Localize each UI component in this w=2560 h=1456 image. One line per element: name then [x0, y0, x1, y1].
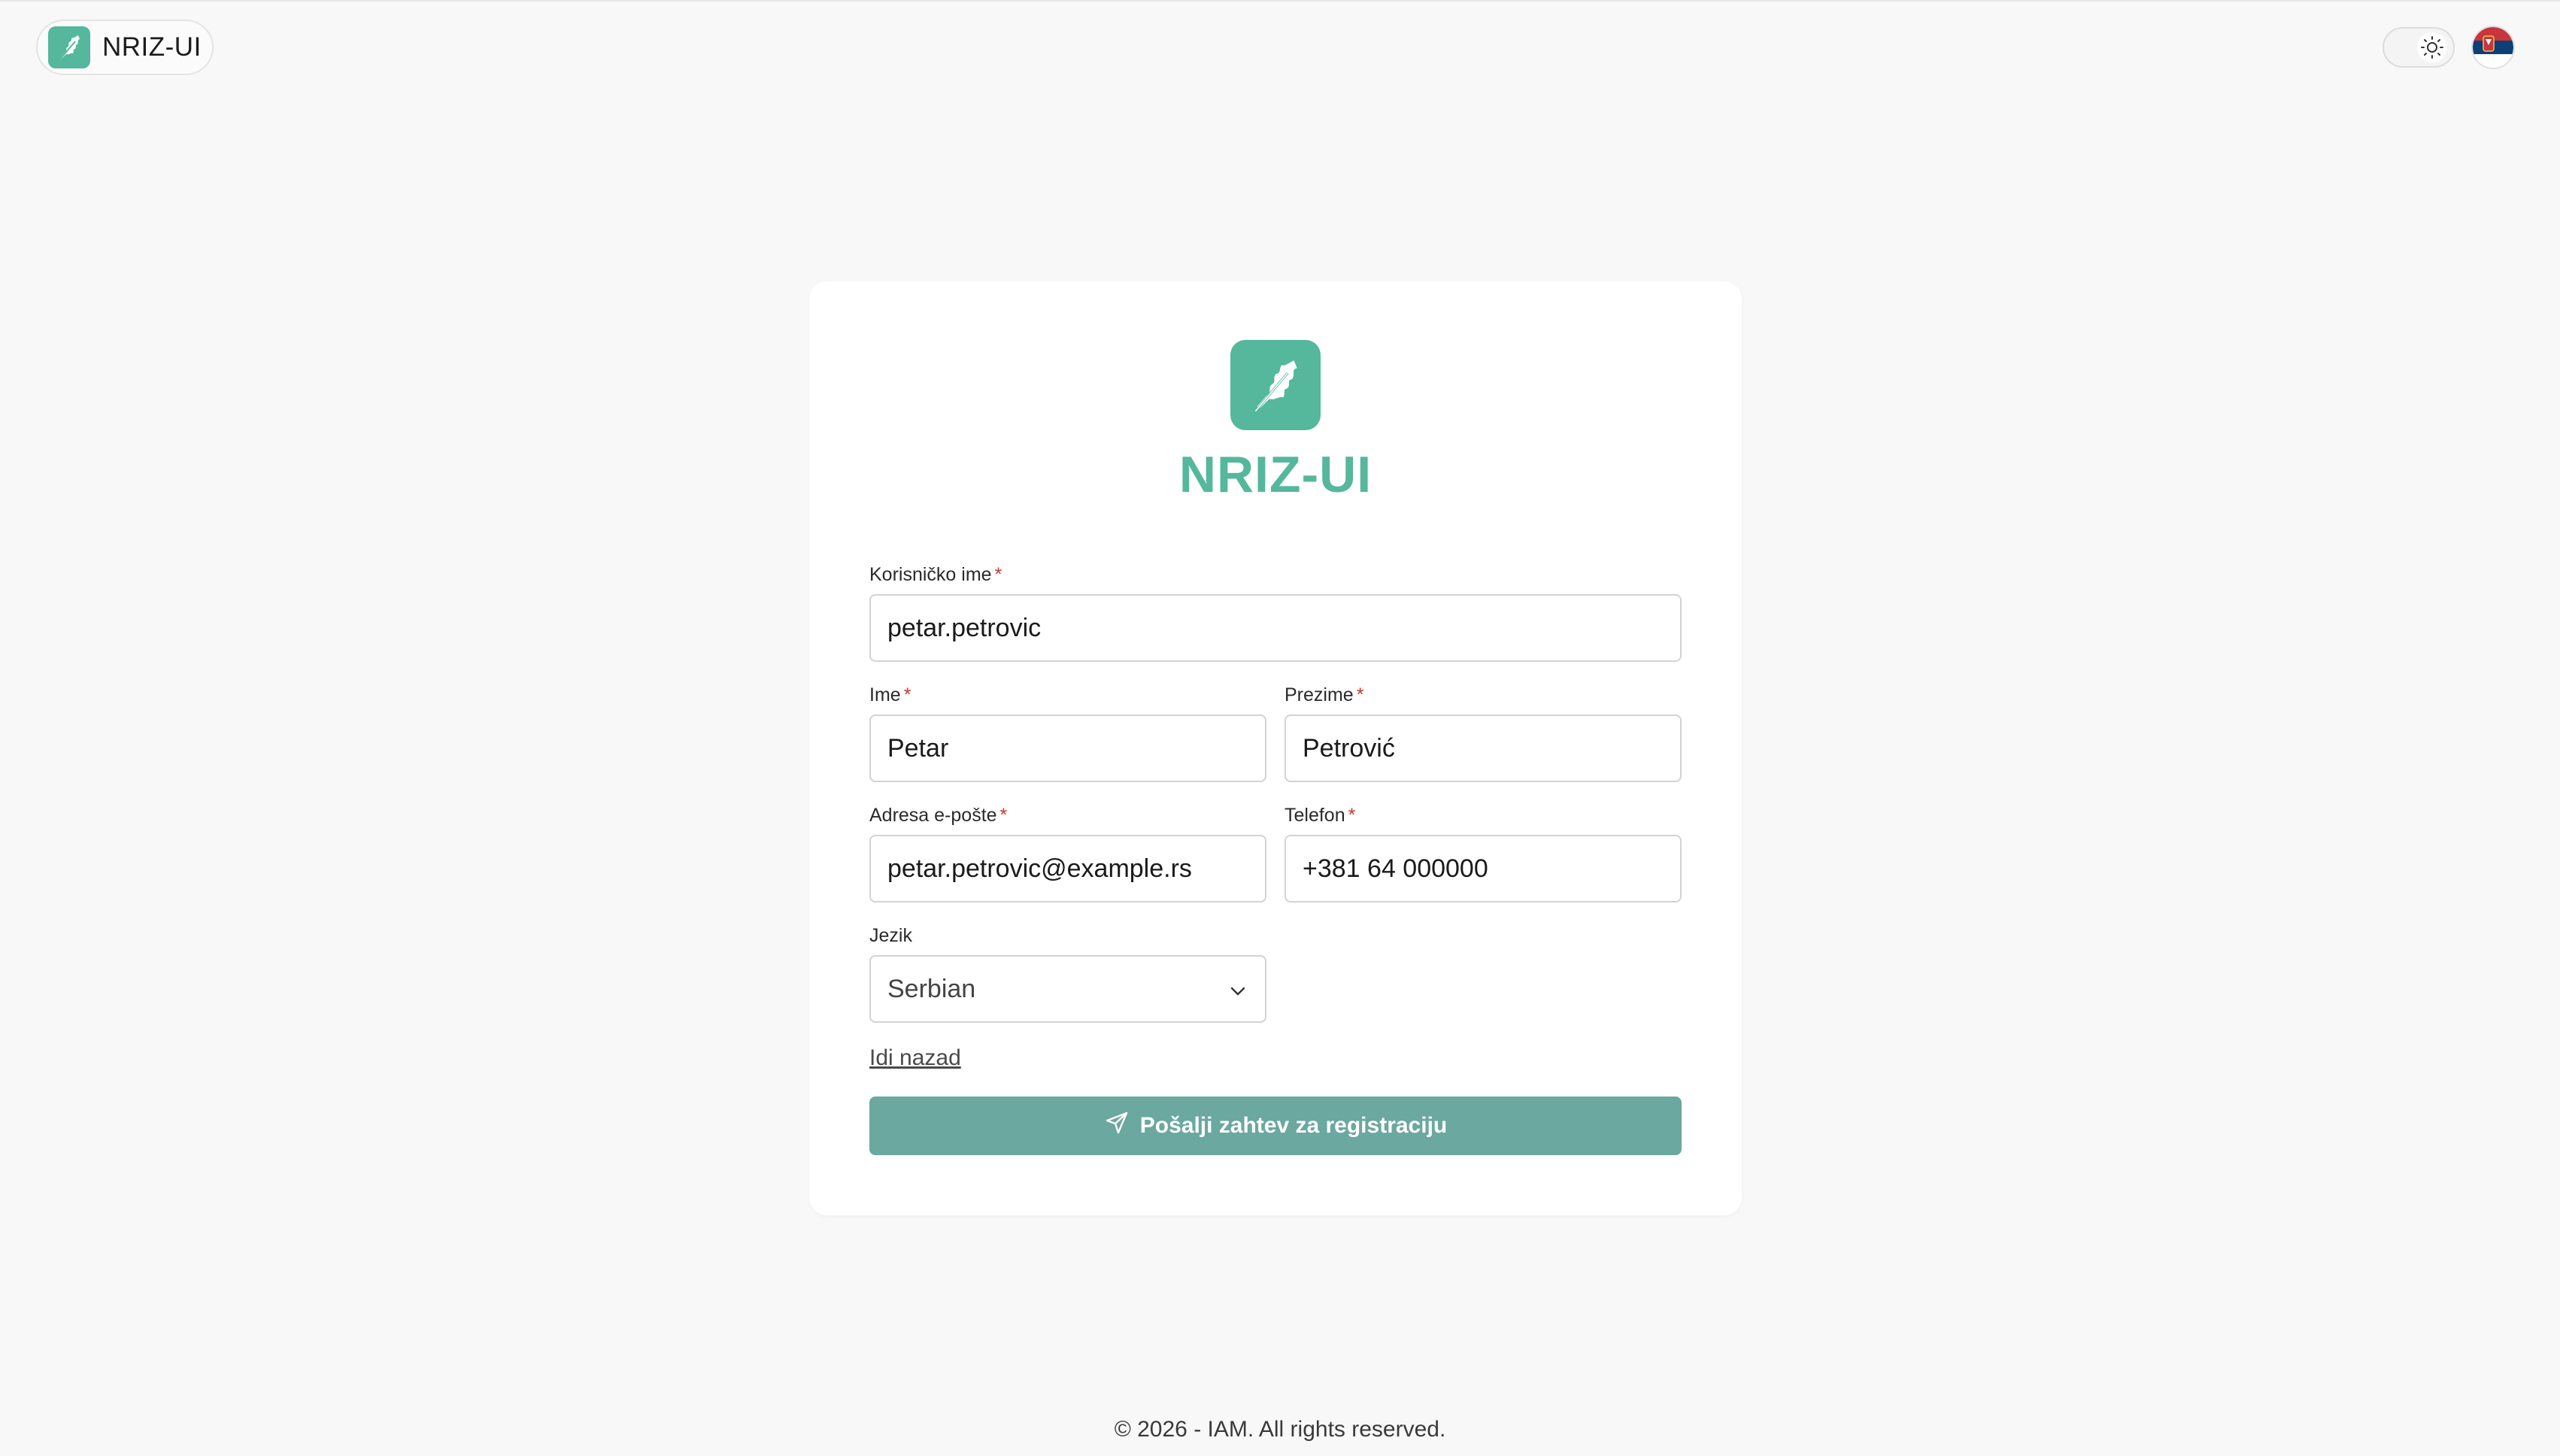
- language-select[interactable]: Serbian: [869, 955, 1266, 1023]
- phone-input[interactable]: [1285, 835, 1682, 902]
- header-brand[interactable]: NRIZ-UI: [36, 20, 214, 75]
- language-label: Jezik: [869, 925, 912, 946]
- footer-copyright: © 2026 - IAM. All rights reserved.: [1114, 1417, 1446, 1442]
- username-input[interactable]: [869, 594, 1682, 662]
- submit-label: Pošalji zahtev za registraciju: [1139, 1113, 1448, 1138]
- brand-text: NRIZ-UI: [102, 32, 202, 62]
- last-name-label: Prezime *: [1285, 684, 1364, 705]
- email-input[interactable]: [869, 835, 1266, 902]
- chevron-down-icon: [1227, 979, 1248, 1009]
- submit-registration-button[interactable]: Pošalji zahtev za registraciju: [869, 1097, 1682, 1155]
- card-title: NRIZ-UI: [1178, 446, 1373, 503]
- last-name-input[interactable]: [1285, 714, 1682, 782]
- oak-leaf-icon: [1230, 340, 1321, 430]
- top-border: [0, 0, 2560, 2]
- language-selected-value: Serbian: [887, 974, 976, 1003]
- serbia-flag-icon[interactable]: [2471, 26, 2515, 69]
- send-icon: [1104, 1110, 1130, 1142]
- first-name-label: Ime *: [869, 684, 911, 705]
- theme-toggle[interactable]: [2383, 27, 2455, 68]
- registration-card: NRIZ-UI Korisničko ime* Ime* Prezime* Ad…: [809, 281, 1742, 1215]
- sun-icon: [2417, 32, 2447, 62]
- username-label: Korisničko ime *: [869, 564, 1002, 585]
- first-name-input[interactable]: [869, 714, 1266, 782]
- back-link[interactable]: Idi nazad: [869, 1045, 961, 1071]
- email-label: Adresa e-pošte *: [869, 805, 1008, 826]
- oak-leaf-icon: [48, 26, 90, 68]
- phone-label: Telefon *: [1285, 805, 1356, 826]
